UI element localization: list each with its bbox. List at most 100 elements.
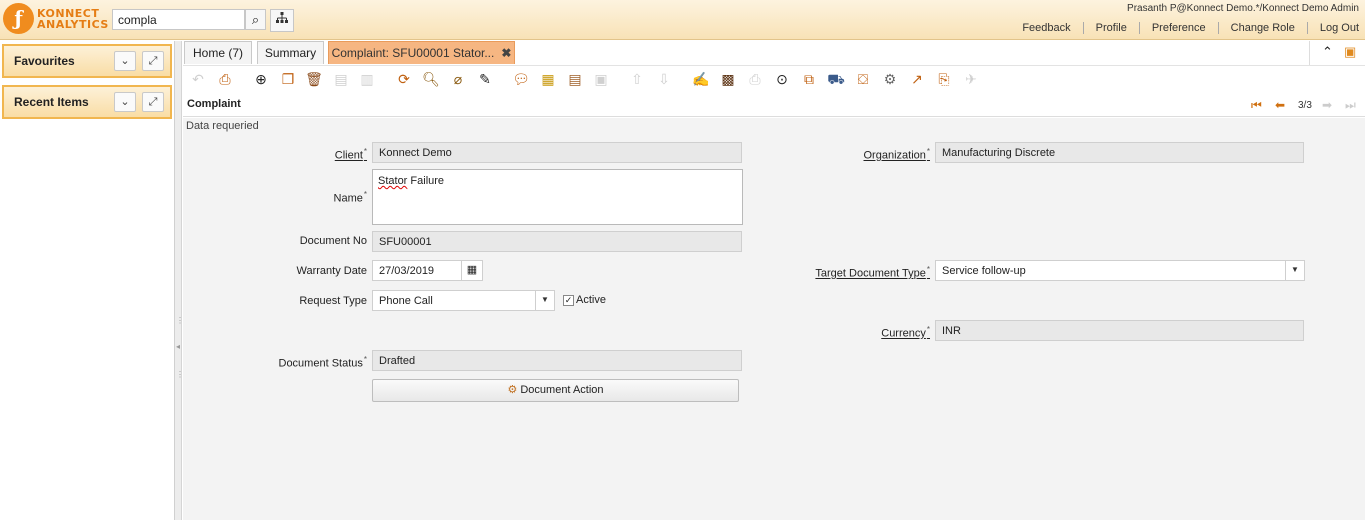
app-header: ƒ KONNECT ANALYTICS compla ⌕ Prasanth P@… bbox=[0, 0, 1365, 40]
target-document-type-select[interactable]: Service follow-up ▼ bbox=[935, 260, 1305, 281]
save-icon[interactable]: ▤ bbox=[331, 69, 351, 89]
organization-field[interactable]: Manufacturing Discrete bbox=[935, 142, 1304, 163]
grid-toggle-icon[interactable]: ▤ bbox=[565, 69, 585, 89]
status-message: Data requeried bbox=[186, 120, 259, 132]
name-value-word2: Failure bbox=[407, 175, 445, 187]
expand-icon[interactable]: ⤢ bbox=[142, 51, 164, 71]
record-form: Data requeried Client* Konnect Demo Orga… bbox=[183, 118, 1365, 520]
calendar-icon[interactable]: ▦ bbox=[461, 260, 483, 281]
arrow-down-icon[interactable]: ⇩ bbox=[654, 69, 674, 89]
document-status-field[interactable]: Drafted bbox=[372, 350, 742, 371]
request-type-value: Phone Call bbox=[379, 295, 433, 307]
find-icon[interactable]: 🔍︎ bbox=[421, 69, 441, 89]
attachment-icon[interactable]: ⌀ bbox=[448, 69, 468, 89]
target-document-type-label[interactable]: Target Document Type* bbox=[783, 265, 930, 280]
window-header: Complaint ⏮ ⬅ 3/3 ➡ ⏭ bbox=[183, 93, 1365, 117]
save-new-icon[interactable]: ▥ bbox=[357, 69, 377, 89]
print-icon[interactable]: ⎙ bbox=[745, 69, 765, 89]
logout-link[interactable]: Log Out bbox=[1306, 22, 1359, 34]
post-it-icon[interactable]: ▦ bbox=[538, 69, 558, 89]
search-icon[interactable]: ⌕ bbox=[245, 9, 266, 30]
chevron-down-icon[interactable]: ▼ bbox=[1285, 261, 1304, 280]
client-field[interactable]: Konnect Demo bbox=[372, 142, 742, 163]
zoom-across-icon[interactable]: ⊙ bbox=[772, 69, 792, 89]
tab-complaint-label: Complaint: SFU00001 Stator... bbox=[331, 46, 495, 60]
name-textarea[interactable]: Stator Failure bbox=[372, 169, 743, 225]
document-no-label: Document No bbox=[299, 235, 367, 247]
undo-icon[interactable]: ↶ bbox=[188, 69, 208, 89]
tab-complaint[interactable]: Complaint: SFU00001 Stator... ✖ bbox=[328, 41, 515, 64]
copy-record-icon[interactable]: ❐ bbox=[278, 69, 298, 89]
warranty-date-input[interactable]: 27/03/2019 bbox=[372, 260, 462, 281]
chat-icon[interactable]: 💬︎ bbox=[511, 69, 531, 89]
name-label: Name* bbox=[333, 190, 367, 205]
file-import-icon[interactable]: ⎘ bbox=[934, 69, 954, 89]
process-gear-icon: ⚙ bbox=[507, 384, 518, 396]
chevron-down-icon[interactable]: ⌄ bbox=[114, 92, 136, 112]
parent-record-icon[interactable]: ▣ bbox=[591, 69, 611, 89]
tab-home[interactable]: Home (7) bbox=[184, 41, 252, 64]
first-record-icon[interactable]: ⏮ bbox=[1251, 98, 1262, 113]
delete-icon[interactable]: 🗑 bbox=[304, 69, 324, 89]
active-workflows-icon[interactable]: ⧉ bbox=[799, 69, 819, 89]
top-links: Feedback Profile Preference Change Role … bbox=[1010, 22, 1359, 34]
record-count: 3/3 bbox=[1298, 100, 1312, 111]
close-icon[interactable]: ✖ bbox=[501, 46, 511, 60]
sitemap-icon[interactable] bbox=[270, 9, 294, 32]
new-window-icon[interactable]: ▣ bbox=[1344, 44, 1356, 60]
profile-link[interactable]: Profile bbox=[1082, 22, 1139, 34]
collapse-arrow-icon[interactable]: ◂ bbox=[176, 342, 180, 351]
change-role-link[interactable]: Change Role bbox=[1217, 22, 1307, 34]
post-icon[interactable]: ✈ bbox=[961, 69, 981, 89]
export-icon[interactable]: ↗ bbox=[907, 69, 927, 89]
organization-label[interactable]: Organization* bbox=[823, 147, 931, 162]
request-type-label: Request Type bbox=[299, 295, 367, 307]
panel-splitter[interactable] bbox=[175, 41, 182, 520]
chevron-down-icon[interactable]: ▼ bbox=[535, 291, 554, 310]
request-type-select[interactable]: Phone Call ▼ bbox=[372, 290, 555, 311]
konnect-logo[interactable]: ƒ KONNECT ANALYTICS bbox=[3, 3, 108, 37]
help-icon[interactable]: ⎙ bbox=[215, 69, 235, 89]
active-checkbox[interactable]: ✓ bbox=[563, 295, 574, 306]
request-icon[interactable]: ⛟ bbox=[826, 69, 846, 89]
tab-tools: ⌃ ▣ bbox=[1309, 41, 1365, 65]
new-record-icon[interactable]: ⊕ bbox=[251, 69, 271, 89]
previous-record-icon[interactable]: ⬅ bbox=[1275, 98, 1285, 112]
feedback-link[interactable]: Feedback bbox=[1010, 22, 1082, 34]
user-role-text: Prasanth P@Konnect Demo.*/Konnect Demo A… bbox=[1127, 3, 1359, 14]
recent-items-panel[interactable]: Recent Items ⌄ ⤢ bbox=[2, 85, 172, 119]
window-title: Complaint bbox=[187, 98, 241, 110]
currency-field[interactable]: INR bbox=[935, 320, 1304, 341]
target-document-type-value: Service follow-up bbox=[942, 265, 1026, 277]
document-action-label: Document Action bbox=[520, 384, 604, 396]
currency-label[interactable]: Currency* bbox=[823, 325, 930, 340]
last-record-icon[interactable]: ⏭ bbox=[1345, 98, 1356, 113]
arrow-up-icon[interactable]: ⇧ bbox=[627, 69, 647, 89]
expand-icon[interactable]: ⤢ bbox=[142, 92, 164, 112]
product-info-icon[interactable]: ⛋ bbox=[853, 69, 873, 89]
client-label[interactable]: Client* bbox=[283, 147, 367, 162]
collapse-up-icon[interactable]: ⌃ bbox=[1322, 44, 1333, 60]
document-no-field[interactable]: SFU00001 bbox=[372, 231, 742, 252]
record-toolbar: ↶ ⎙ ⊕ ❐ 🗑 ▤ ▥ ⟳ 🔍︎ ⌀ ✎ 💬︎ ▦ ▤ ▣ ⇧ ⇩ ✍ ▩ … bbox=[183, 65, 1365, 92]
refresh-icon[interactable]: ⟳ bbox=[394, 69, 414, 89]
recent-items-title: Recent Items bbox=[14, 95, 89, 109]
name-value-word1: Stator bbox=[378, 175, 408, 187]
document-action-button[interactable]: ⚙ Document Action bbox=[372, 379, 739, 402]
active-label: Active bbox=[576, 294, 606, 306]
chevron-down-icon[interactable]: ⌄ bbox=[114, 51, 136, 71]
archive-icon[interactable]: ▩ bbox=[718, 69, 738, 89]
window-tabs: Home (7) Summary Complaint: SFU00001 Sta… bbox=[183, 41, 1365, 65]
favourites-panel[interactable]: Favourites ⌄ ⤢ bbox=[2, 44, 172, 78]
report-icon[interactable]: ✍ bbox=[691, 69, 711, 89]
global-search-input[interactable]: compla bbox=[112, 9, 245, 30]
tab-summary[interactable]: Summary bbox=[257, 41, 324, 64]
note-icon[interactable]: ✎ bbox=[475, 69, 495, 89]
preference-link[interactable]: Preference bbox=[1138, 22, 1218, 34]
warranty-date-label: Warranty Date bbox=[296, 265, 367, 277]
process-gear-icon[interactable]: ⚙ bbox=[880, 69, 900, 89]
logo-text-line2: ANALYTICS bbox=[37, 18, 109, 31]
left-panel: Favourites ⌄ ⤢ Recent Items ⌄ ⤢ bbox=[0, 41, 175, 520]
document-status-label: Document Status* bbox=[278, 355, 368, 370]
next-record-icon[interactable]: ➡ bbox=[1322, 98, 1332, 112]
